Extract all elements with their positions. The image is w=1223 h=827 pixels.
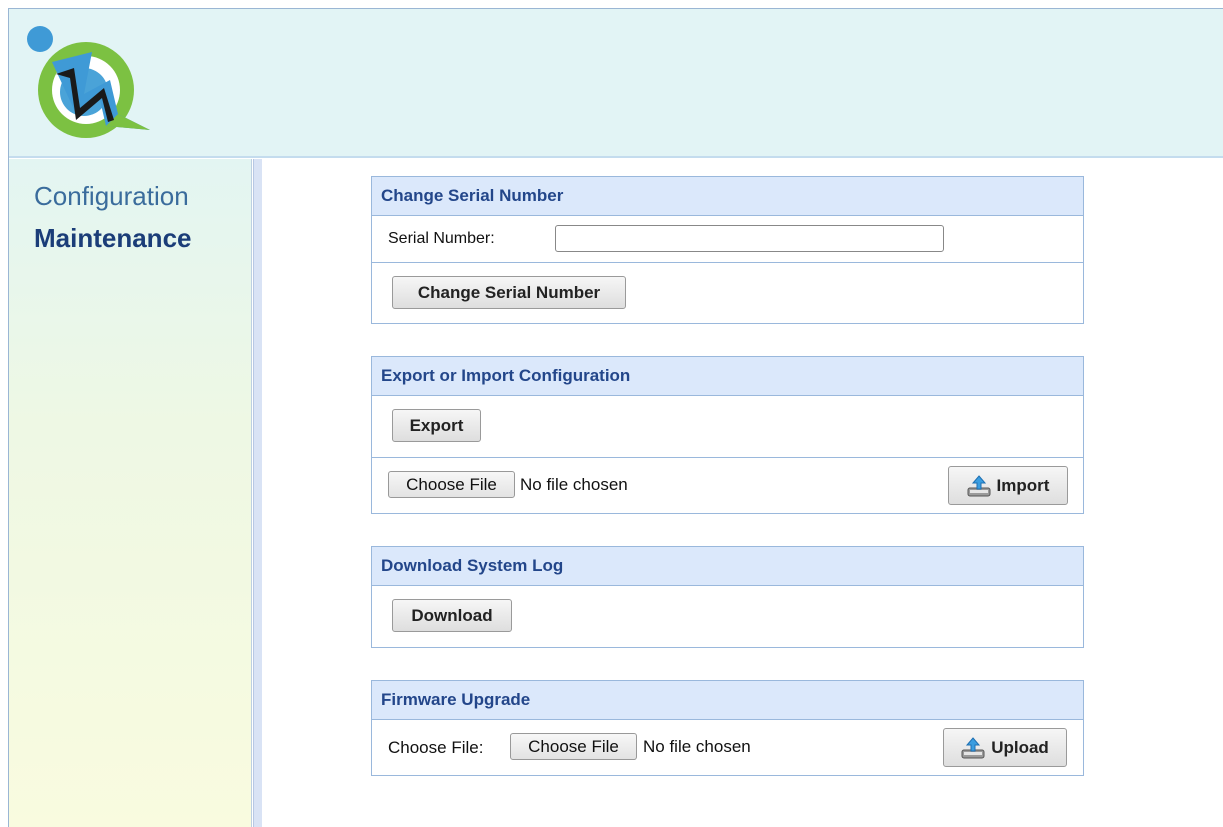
export-button[interactable]: Export [392, 409, 481, 442]
firmware-panel: Firmware Upgrade Choose File: Choose Fil… [371, 680, 1084, 776]
system-log-panel: Download System Log Download [371, 546, 1084, 648]
serial-number-panel: Change Serial Number Serial Number: Chan… [371, 176, 1084, 324]
sidebar-item-maintenance[interactable]: Maintenance [34, 223, 192, 254]
serial-number-row: Serial Number: [372, 216, 1083, 263]
choose-file-label: Choose File: [388, 738, 484, 757]
sidebar-item-configuration[interactable]: Configuration [34, 181, 189, 212]
import-row: Choose File No file chosen Import [372, 458, 1083, 513]
upload-arrow-icon [967, 474, 991, 496]
firmware-upload-row: Choose File: Choose File No file chosen … [372, 720, 1083, 775]
panel-title: Export or Import Configuration [372, 357, 1083, 396]
sidebar-divider[interactable] [253, 159, 262, 827]
download-row: Download [372, 586, 1083, 647]
sidebar: Configuration Maintenance [9, 159, 252, 827]
choose-file-button[interactable]: Choose File [388, 471, 515, 498]
header [9, 9, 1223, 158]
upload-button[interactable]: Upload [943, 728, 1067, 767]
serial-number-input[interactable] [555, 225, 944, 252]
download-button[interactable]: Download [392, 599, 512, 632]
config-panel: Export or Import Configuration Export Ch… [371, 356, 1084, 514]
panel-title: Change Serial Number [372, 177, 1083, 216]
serial-button-row: Change Serial Number [372, 263, 1083, 323]
panel-title: Download System Log [372, 547, 1083, 586]
upload-arrow-icon [961, 736, 985, 758]
serial-number-label: Serial Number: [388, 230, 495, 247]
import-button-label: Import [996, 475, 1050, 495]
file-status-text: No file chosen [520, 475, 628, 494]
panel-title: Firmware Upgrade [372, 681, 1083, 720]
firmware-choose-file-button[interactable]: Choose File [510, 733, 637, 760]
import-button[interactable]: Import [948, 466, 1068, 505]
change-serial-number-button[interactable]: Change Serial Number [392, 276, 626, 309]
export-row: Export [372, 396, 1083, 458]
company-logo [27, 26, 150, 138]
upload-button-label: Upload [991, 737, 1049, 757]
firmware-file-status-text: No file chosen [643, 737, 751, 756]
